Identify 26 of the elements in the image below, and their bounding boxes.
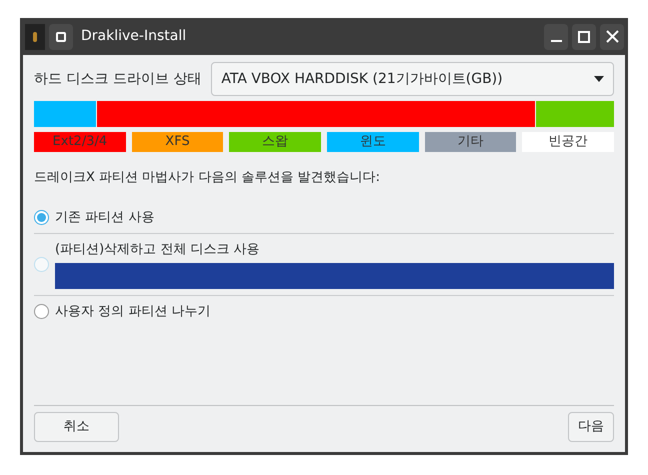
close-icon xyxy=(606,30,618,43)
legend-item: 기타 xyxy=(424,132,516,152)
option-label[interactable]: 사용자 정의 파티션 나누기 xyxy=(55,302,614,321)
radio-button[interactable] xyxy=(34,304,49,319)
option-label[interactable]: 기존 파티션 사용 xyxy=(55,208,614,227)
legend-item: XFS xyxy=(132,132,224,152)
disk-label: 하드 디스크 드라이브 상태 xyxy=(34,70,202,88)
legend-item: 스왑 xyxy=(229,132,322,152)
dropdown-caret-icon xyxy=(594,76,604,82)
drive-dropdown[interactable]: ATA VBOX HARDDISK (21기가바이트(GB)) xyxy=(211,62,614,96)
window-title: Draklive-Install xyxy=(81,27,188,46)
legend-item: 윈도 xyxy=(327,132,419,152)
legend-item: 빈공간 xyxy=(522,132,614,152)
app-icon xyxy=(25,24,45,50)
minimize-button[interactable] xyxy=(544,24,568,50)
radio-button[interactable] xyxy=(34,210,49,225)
legend-item: Ext2/3/4 xyxy=(34,132,126,152)
wizard-message: 드레이크X 파티션 마법사가 다음의 솔루션을 발견했습니다: xyxy=(34,169,381,187)
window-menu-button[interactable] xyxy=(49,24,73,50)
minimize-icon xyxy=(550,40,562,42)
window-icon xyxy=(56,32,66,42)
maximize-icon xyxy=(578,30,590,42)
cancel-button[interactable]: 취소 xyxy=(34,412,119,442)
maximize-button[interactable] xyxy=(572,24,596,50)
close-button[interactable] xyxy=(600,24,624,50)
next-button[interactable]: 다음 xyxy=(568,412,614,442)
